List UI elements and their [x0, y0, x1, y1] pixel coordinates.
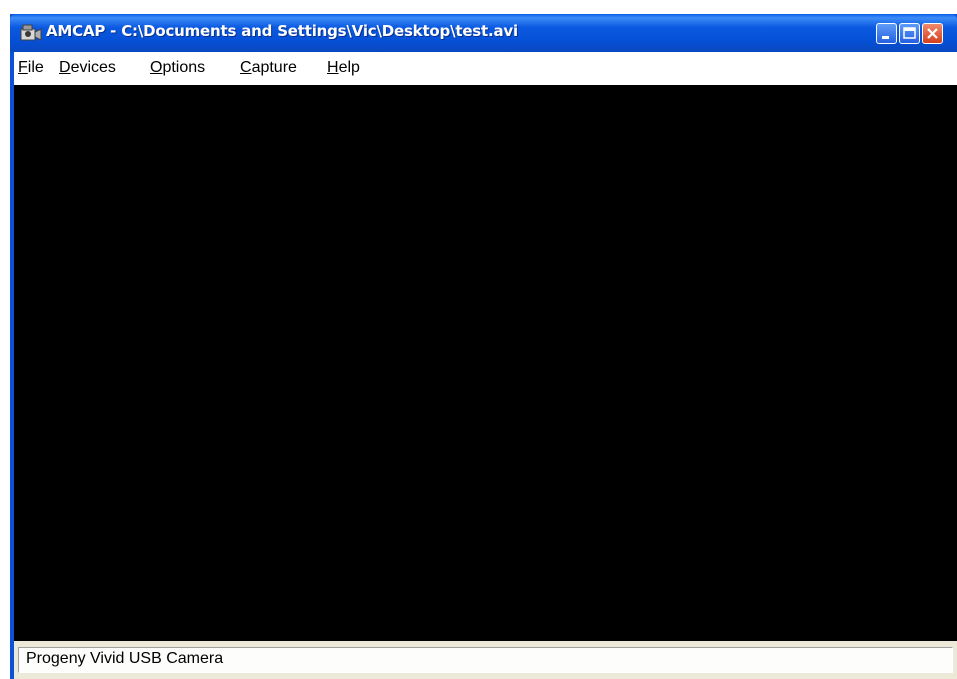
menu-bar: File Devices Options Capture Help: [14, 52, 957, 85]
status-text: Progeny Vivid USB Camera: [26, 650, 224, 667]
status-pane: Progeny Vivid USB Camera: [18, 647, 953, 673]
camera-icon[interactable]: [20, 23, 42, 43]
maximize-icon: [903, 27, 916, 39]
app-window: AMCAP - C:\Documents and Settings\Vic\De…: [10, 14, 957, 679]
client-area: File Devices Options Capture Help Progen…: [14, 52, 957, 679]
close-icon: [927, 28, 938, 39]
minimize-button[interactable]: [876, 23, 897, 44]
title-bar[interactable]: AMCAP - C:\Documents and Settings\Vic\De…: [10, 14, 957, 52]
menu-help[interactable]: Help: [327, 57, 360, 79]
minimize-icon: [882, 36, 889, 39]
menu-devices[interactable]: Devices: [59, 57, 116, 79]
status-bar: Progeny Vivid USB Camera: [14, 641, 957, 679]
close-button[interactable]: [922, 23, 943, 44]
window-title: AMCAP - C:\Documents and Settings\Vic\De…: [46, 22, 518, 40]
menu-capture[interactable]: Capture: [240, 57, 297, 79]
video-preview: [14, 85, 957, 641]
menu-file[interactable]: File: [18, 57, 44, 79]
maximize-button[interactable]: [899, 23, 920, 44]
menu-options[interactable]: Options: [150, 57, 205, 79]
